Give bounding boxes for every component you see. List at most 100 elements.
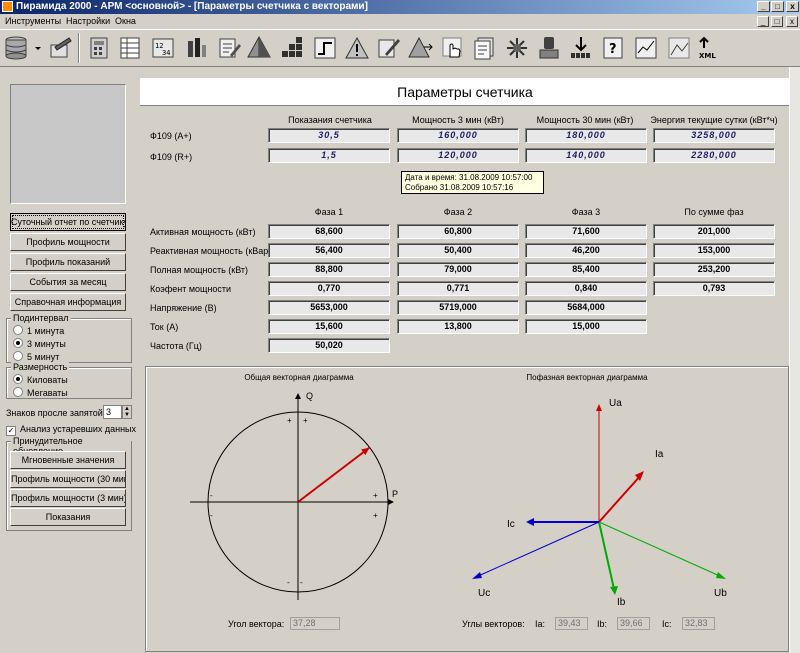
svg-text:XML: XML <box>699 52 716 60</box>
daily-report-button[interactable]: Суточный отчет по счетчику <box>10 213 126 231</box>
ib-label: Ib <box>617 597 626 608</box>
preview-area <box>10 84 126 204</box>
network-nodes-icon[interactable] <box>504 35 530 61</box>
q-axis-arrow <box>295 393 301 399</box>
instant-values-button[interactable]: Мгновенные значения <box>10 451 126 469</box>
ub-vector <box>598 521 723 578</box>
ia-label: Ia <box>655 449 664 460</box>
close-button[interactable]: x <box>786 1 799 12</box>
ub-arrowhead <box>716 572 726 579</box>
units-group-title: Размерность <box>11 362 70 372</box>
main-panel: Параметры счетчика Показания счетчика Мо… <box>137 67 790 653</box>
voltage-phase-3: 5684,000 <box>525 300 647 315</box>
vector-diagrams-svg: Общая векторная диаграмма Q P + + + + - - -… <box>190 373 727 608</box>
pyramid-icon[interactable] <box>246 35 272 61</box>
ia-vector <box>598 474 642 523</box>
header-phase-1: Фаза 1 <box>314 207 344 217</box>
header-phase-sum: По сумме фаз <box>684 207 744 217</box>
tooltip-line-1: Дата и время: 31.08.2009 10:57:00 <box>405 173 533 182</box>
readings-button[interactable]: Показания <box>10 508 126 526</box>
report-edit-icon[interactable] <box>216 35 242 61</box>
calculator-icon[interactable] <box>86 35 112 61</box>
label-voltage: Напряжение (В) <box>150 303 217 313</box>
xml-export-icon[interactable]: XML <box>697 35 723 61</box>
kilowatts-radio[interactable]: Киловаты <box>13 374 68 385</box>
vector-angle-label: Угол вектора: <box>228 619 285 629</box>
megawatts-radio[interactable]: Мегаваты <box>13 387 68 398</box>
menu-tools[interactable]: Инструменты <box>5 16 61 26</box>
reactive-power-phase-1: 56,400 <box>268 243 390 258</box>
pyramid-arrow-icon[interactable] <box>408 35 434 61</box>
decimals-input[interactable]: 3 <box>103 405 122 419</box>
mdi-restore-button[interactable]: □ <box>771 16 783 27</box>
download-icon[interactable] <box>568 35 594 61</box>
database-icon[interactable] <box>3 35 29 61</box>
chart-lines-icon[interactable] <box>666 35 692 61</box>
ib-vector <box>598 521 615 590</box>
mdi-minimize-button[interactable]: _ <box>757 16 769 27</box>
warning-icon[interactable] <box>344 35 370 61</box>
page-title: Параметры счетчика <box>397 84 533 100</box>
edit-document-icon[interactable] <box>47 35 73 61</box>
maximize-button[interactable]: □ <box>771 1 784 12</box>
svg-text:+: + <box>373 491 378 500</box>
step-icon[interactable] <box>312 35 338 61</box>
month-events-button[interactable]: События за месяц <box>10 273 126 291</box>
app-icon <box>2 1 13 12</box>
value-r-energy: 2280,000 <box>653 148 775 163</box>
mdi-close-button[interactable]: x <box>786 16 798 27</box>
window-title: Пирамида 2000 - АРМ <основной> - [Параме… <box>16 1 368 12</box>
current-phase-2: 13,800 <box>397 319 519 334</box>
chart-icon[interactable] <box>633 35 659 61</box>
help-icon[interactable]: ? <box>600 35 626 61</box>
hand-cursor-icon[interactable] <box>440 35 466 61</box>
reference-info-button[interactable]: Справочная информация <box>10 293 126 311</box>
svg-text:-: - <box>210 511 213 520</box>
timestamp-tooltip: Дата и время: 31.08.2009 10:57:00 Собран… <box>401 171 544 194</box>
interval-group: Подинтервал 1 минута 3 минуты 5 минут <box>6 313 132 363</box>
menu-windows[interactable]: Окна <box>115 16 136 26</box>
power-profile-3-button[interactable]: Профиль мощности (3 мин) <box>10 489 126 507</box>
device-signal-icon[interactable] <box>536 35 562 61</box>
header-readings: Показания счетчика <box>288 115 372 125</box>
power-profile-30-button[interactable]: Профиль мощности (30 мин) <box>10 470 126 488</box>
numbers-icon[interactable]: 12 34 <box>150 35 176 61</box>
interval-3-radio[interactable]: 3 минуты <box>13 338 66 349</box>
apparent-power-phase-2: 79,000 <box>397 262 519 277</box>
value-r-power-3: 120,000 <box>397 148 519 163</box>
vertical-scrollbar[interactable] <box>789 67 800 653</box>
table-icon[interactable] <box>117 35 143 61</box>
svg-text:-: - <box>287 578 290 587</box>
menu-settings[interactable]: Настройки <box>66 16 110 26</box>
ic-arrowhead <box>526 518 534 526</box>
ua-arrowhead <box>596 404 602 411</box>
ub-label: Ub <box>714 588 727 599</box>
value-r-power-30: 140,000 <box>525 148 647 163</box>
readings-profile-button[interactable]: Профиль показаний <box>10 253 126 271</box>
header-energy-today: Энергия текущие сутки (кВт*ч) <box>650 115 778 125</box>
phase-diagram-title: Пофазная векторная диаграмма <box>526 373 648 382</box>
minimize-button[interactable]: _ <box>757 1 770 12</box>
dropdown-arrow-icon[interactable] <box>33 35 43 61</box>
interval-5-radio[interactable]: 5 минут <box>13 351 59 362</box>
bar-blocks-icon[interactable] <box>279 35 305 61</box>
interval-1-radio[interactable]: 1 минута <box>13 325 64 336</box>
document-pen-icon[interactable] <box>376 35 402 61</box>
current-phase-1: 15,600 <box>268 319 390 334</box>
power-factor-phase-3: 0,840 <box>525 281 647 296</box>
document-list-icon[interactable] <box>472 35 498 61</box>
power-factor-sum: 0,793 <box>653 281 775 296</box>
power-profile-button[interactable]: Профиль мощности <box>10 233 126 251</box>
vector-angle-field: 37,28 <box>290 617 340 630</box>
decimals-spinner[interactable]: ▲ ▼ <box>122 405 132 419</box>
active-power-sum: 201,000 <box>653 224 775 239</box>
columns-icon[interactable] <box>183 35 209 61</box>
active-power-phase-1: 68,600 <box>268 224 390 239</box>
active-power-phase-2: 60,800 <box>397 224 519 239</box>
tooltip-line-2: Собрано 31.08.2009 10:57:16 <box>405 183 514 192</box>
svg-text:?: ? <box>609 42 617 57</box>
stale-data-checkbox[interactable]: ✓ Анализ устаревших данных <box>6 424 136 436</box>
value-a-power-3: 160,000 <box>397 128 519 143</box>
ic-angle-field: 32,83 <box>682 617 715 630</box>
active-power-phase-3: 71,600 <box>525 224 647 239</box>
